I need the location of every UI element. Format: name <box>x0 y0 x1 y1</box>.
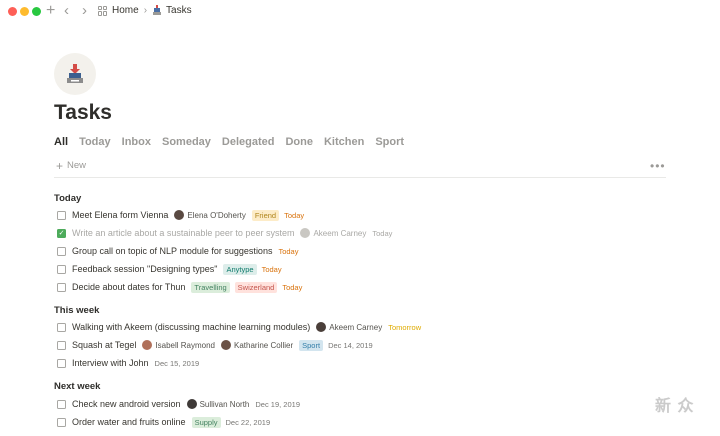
close-window-button[interactable] <box>8 7 17 16</box>
due-date: Dec 14, 2019 <box>328 340 373 350</box>
view-tabs: All Today Inbox Someday Delegated Done K… <box>54 136 415 148</box>
task-row[interactable]: Decide about dates for Thun Travelling S… <box>57 280 307 294</box>
task-title[interactable]: Squash at Tegel <box>72 340 136 350</box>
due-date: Dec 15, 2019 <box>154 358 200 368</box>
tag-badge[interactable]: Swizerland <box>234 281 278 293</box>
due-date: Dec 19, 2019 <box>255 399 300 409</box>
task-title[interactable]: Walking with Akeem (discussing machine l… <box>72 322 310 332</box>
tab-sport[interactable]: Sport <box>375 136 404 148</box>
task-checkbox[interactable] <box>57 322 66 332</box>
avatar <box>316 322 327 332</box>
tab-all[interactable]: All <box>54 136 68 148</box>
new-task-label: New <box>67 160 87 171</box>
assignee[interactable]: Sullivan North <box>186 399 250 409</box>
task-title[interactable]: Decide about dates for Thun <box>72 282 185 292</box>
avatar <box>142 340 153 350</box>
avatar <box>220 340 231 350</box>
assignee-name: Elena O'Doherty <box>187 210 246 220</box>
breadcrumb: Home › Tasks <box>98 5 192 16</box>
tag-badge[interactable]: Friend <box>251 209 280 221</box>
due-date: Today <box>284 210 305 220</box>
window-titlebar: + ‹ › Home › Tasks <box>0 0 720 24</box>
watermark: 新 众 <box>655 398 695 415</box>
due-date: Today <box>278 246 299 256</box>
task-title[interactable]: Interview with John <box>72 358 149 368</box>
due-date: Tomorrow <box>388 322 422 332</box>
more-options-icon[interactable]: ••• <box>650 159 666 173</box>
inbox-tray-icon[interactable] <box>54 53 96 95</box>
task-row[interactable]: Squash at Tegel Isabell Raymond Katharin… <box>57 338 378 352</box>
task-checkbox[interactable] <box>57 264 66 274</box>
task-row[interactable]: Feedback session "Designing types" Anyty… <box>57 262 287 276</box>
forward-arrow-icon[interactable]: › <box>82 2 87 20</box>
new-page-plus-icon[interactable]: + <box>46 2 55 20</box>
task-title[interactable]: Meet Elena form Vienna <box>72 210 168 220</box>
assignee[interactable]: Katharine Collier <box>220 340 294 350</box>
tab-kitchen[interactable]: Kitchen <box>324 136 364 148</box>
tab-delegated[interactable]: Delegated <box>222 136 275 148</box>
task-emoji-icon <box>152 5 162 16</box>
assignee-name: Akeem Carney <box>329 322 383 332</box>
due-date: Today <box>372 228 393 238</box>
group-header-this-week: This week <box>54 305 100 316</box>
tag-badge[interactable]: Sport <box>299 339 324 351</box>
task-checkbox[interactable] <box>57 340 66 350</box>
grid-icon <box>98 5 108 16</box>
task-title[interactable]: Group call on topic of NLP module for su… <box>72 246 272 256</box>
group-header-today: Today <box>54 193 82 204</box>
task-row[interactable]: Meet Elena form Vienna Elena O'Doherty F… <box>57 208 309 222</box>
breadcrumb-separator: › <box>143 5 148 16</box>
zoom-window-button[interactable] <box>32 7 41 16</box>
task-title[interactable]: Feedback session "Designing types" <box>72 264 217 274</box>
task-checkbox[interactable] <box>57 358 66 368</box>
task-title[interactable]: Order water and fruits online <box>72 417 186 427</box>
task-checkbox[interactable] <box>57 246 66 256</box>
assignee-name: Isabell Raymond <box>155 340 215 350</box>
task-checkbox-checked[interactable]: ✓ <box>57 228 66 238</box>
task-checkbox[interactable] <box>57 282 66 292</box>
avatar <box>186 399 197 409</box>
minimize-window-button[interactable] <box>20 7 29 16</box>
tag-badge[interactable]: Travelling <box>191 281 230 293</box>
task-checkbox[interactable] <box>57 417 66 427</box>
assignee[interactable]: Akeem Carney <box>300 228 366 238</box>
group-header-next-week: Next week <box>54 381 101 392</box>
breadcrumb-home[interactable]: Home <box>112 5 139 16</box>
task-row[interactable]: Order water and fruits online Supply Dec… <box>57 415 275 429</box>
task-row[interactable]: ✓ Write an article about a sustainable p… <box>57 226 397 240</box>
task-title[interactable]: Check new android version <box>72 399 181 409</box>
task-row[interactable]: Check new android version Sullivan North… <box>57 397 305 411</box>
page-title: Tasks <box>54 101 112 124</box>
assignee[interactable]: Elena O'Doherty <box>174 210 246 220</box>
task-title[interactable]: Write an article about a sustainable pee… <box>72 228 294 238</box>
due-date: Today <box>282 282 303 292</box>
new-task-button[interactable]: + New <box>56 158 87 173</box>
assignee-name: Katharine Collier <box>233 340 294 350</box>
plus-icon: + <box>56 158 64 173</box>
assignee[interactable]: Akeem Carney <box>316 322 382 332</box>
tab-inbox[interactable]: Inbox <box>122 136 151 148</box>
assignee-name: Akeem Carney <box>313 228 367 238</box>
back-arrow-icon[interactable]: ‹ <box>64 2 69 20</box>
avatar <box>174 210 185 220</box>
due-date: Dec 22, 2019 <box>225 417 271 427</box>
tag-badge[interactable]: Anytype <box>223 263 257 275</box>
check-icon: ✓ <box>58 229 65 237</box>
breadcrumb-tasks[interactable]: Tasks <box>166 5 192 16</box>
task-checkbox[interactable] <box>57 399 66 409</box>
tag-badge[interactable]: Supply <box>191 416 221 428</box>
avatar <box>300 228 311 238</box>
task-row[interactable]: Walking with Akeem (discussing machine l… <box>57 320 426 334</box>
tab-done[interactable]: Done <box>285 136 313 148</box>
task-row[interactable]: Group call on topic of NLP module for su… <box>57 244 303 258</box>
toolbar-divider <box>54 177 666 178</box>
assignee-name: Sullivan North <box>199 399 250 409</box>
due-date: Today <box>261 264 282 274</box>
task-row[interactable]: Interview with John Dec 15, 2019 <box>57 356 204 370</box>
task-checkbox[interactable] <box>57 210 66 220</box>
assignee[interactable]: Isabell Raymond <box>142 340 215 350</box>
tab-today[interactable]: Today <box>79 136 111 148</box>
tab-someday[interactable]: Someday <box>162 136 211 148</box>
